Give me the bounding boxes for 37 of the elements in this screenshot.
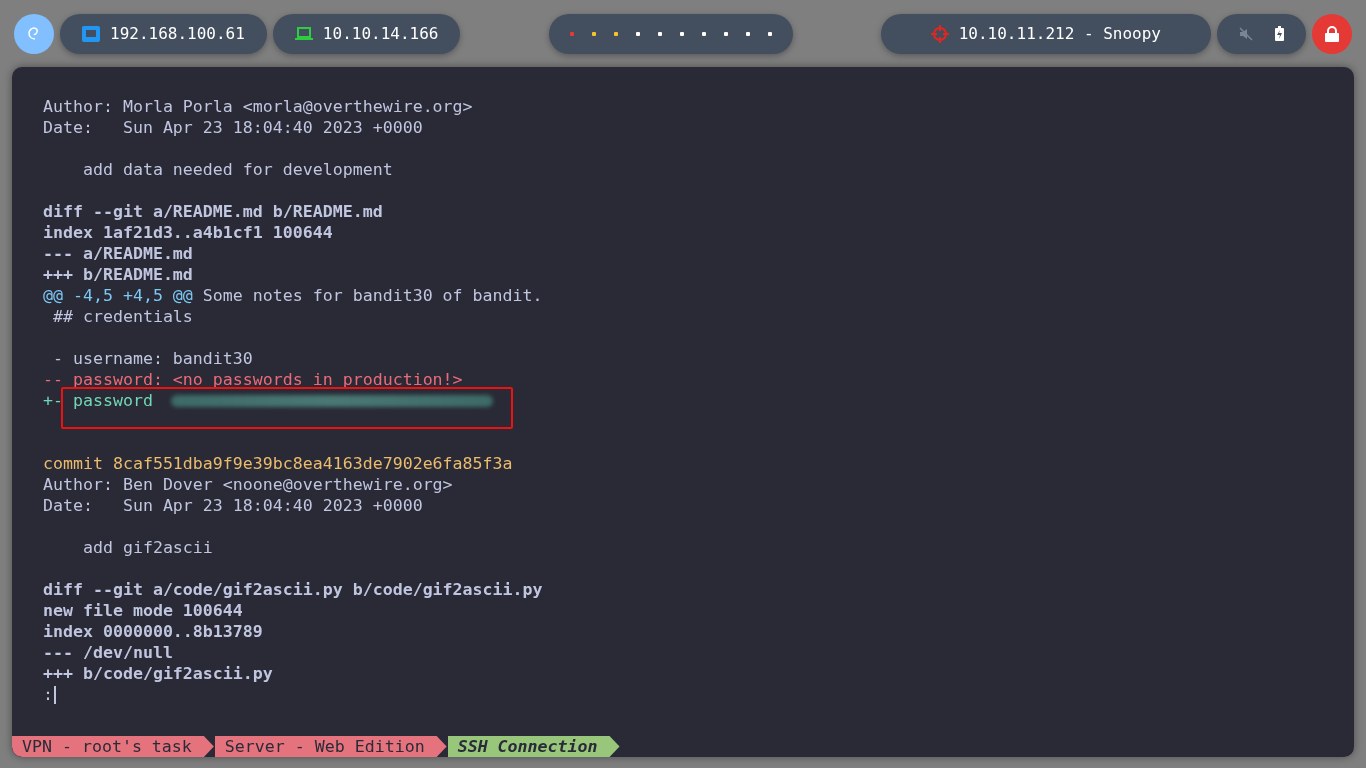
target-address: 10.10.11.212 - Snoopy [958,24,1161,43]
terminal-line: Author: Ben Dover <noone@overthewire.org> [43,474,453,495]
lock-button[interactable] [1312,13,1352,54]
terminal-line: add gif2ascii [81,537,213,558]
terminal-line: index 0000000..8b13789 [43,621,263,642]
terminal-line: diff --git a/README.md b/README.md [43,201,383,222]
terminal-line: --- a/README.md [43,243,193,264]
terminal-line: diff --git a/code/gif2ascii.py b/code/gif2ascii.py [43,579,543,600]
terminal-line: Date: Sun Apr 23 18:04:40 2023 +0000 [43,495,423,516]
terminal-line: commit 8caf551dba9f9e39bc8ea4163de7902e6fa85f3a [43,453,513,474]
terminal-line: ## credentials [52,306,193,327]
terminal-line: Some notes for bandit30 of bandit. [201,285,543,306]
ip-address: 10.10.14.166 [322,24,439,43]
terminal-line: +- password [43,390,153,411]
crosshair-icon [930,24,949,43]
terminal-line: -- password: <no passwords in production!> [43,369,463,390]
lock-icon [1325,25,1339,42]
terminal-line: add data needed for development [81,159,393,180]
terminal-line: new file mode 100644 [43,600,243,621]
session-tab[interactable]: Server - Web Edition [214,736,447,757]
terminal-line: +++ b/code/gif2ascii.py [43,663,273,684]
terminal-line: --- /dev/null [43,642,173,663]
network-port-icon [82,25,100,42]
terminal-line: index 1af21d3..a4b1cf1 100644 [43,222,333,243]
terminal-line: Date: Sun Apr 23 18:04:40 2023 +0000 [43,117,423,138]
session-tab[interactable]: SSH Connection [447,736,620,757]
terminal-line: Author: Morla Porla <morla@overthewire.org> [43,96,473,117]
terminal-line: +++ b/README.md [43,264,193,285]
pager-prompt: : [43,684,53,705]
session-tab[interactable]: VPN - root's task [12,736,214,757]
terminal-line: - username: bandit30 [52,348,253,369]
menu-logo[interactable] [14,13,54,54]
text-cursor [54,685,56,704]
laptop-icon [294,26,313,41]
battery-icon [1275,26,1284,41]
diff-hunk-marker: @@ -4,5 +4,5 @@ [43,285,193,306]
ip-address: 192.168.100.61 [110,24,245,43]
